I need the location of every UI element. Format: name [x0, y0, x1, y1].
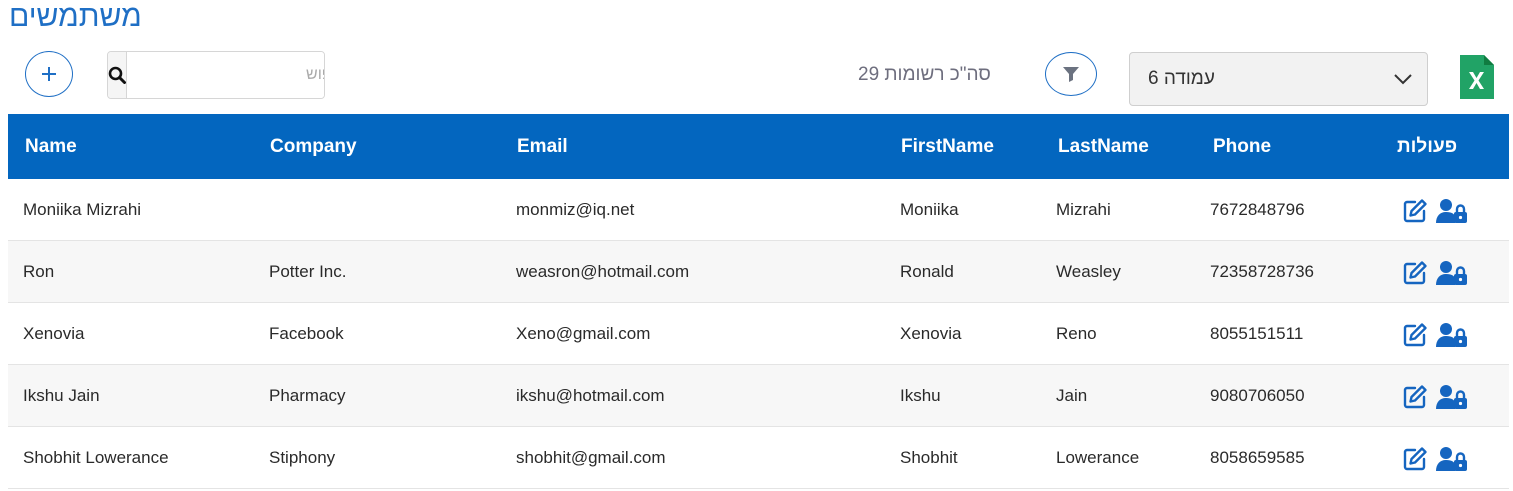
cell-email: shobhit@gmail.com [516, 448, 666, 467]
search-icon [108, 66, 126, 84]
table-row[interactable]: Ikshu Jain Pharmacy ikshu@hotmail.com Ik… [8, 365, 1509, 427]
edit-icon[interactable] [1402, 260, 1428, 286]
excel-icon[interactable] [1460, 55, 1494, 99]
cell-firstname: Shobhit [900, 448, 958, 467]
edit-icon[interactable] [1402, 322, 1428, 348]
total-records: סה"כ רשומות 29 [858, 64, 991, 85]
column-header-firstname[interactable]: FirstName [901, 136, 994, 158]
edit-icon[interactable] [1402, 446, 1428, 472]
column-header-email[interactable]: Email [517, 136, 568, 158]
filter-button[interactable] [1045, 52, 1097, 96]
user-lock-icon[interactable] [1436, 384, 1468, 410]
cell-company: Stiphony [269, 448, 336, 467]
column-header-phone[interactable]: Phone [1213, 136, 1271, 158]
user-lock-icon[interactable] [1436, 198, 1468, 224]
cell-lastname: Reno [1056, 324, 1097, 343]
column-header-actions: פעולות [1397, 135, 1458, 157]
plus-icon [42, 67, 56, 81]
cell-lastname: Lowerance [1056, 448, 1140, 467]
row-actions [1402, 322, 1468, 348]
search-button[interactable] [108, 52, 127, 98]
cell-name: Ron [23, 262, 55, 281]
column-header-name[interactable]: Name [25, 136, 77, 158]
cell-lastname: Mizrahi [1056, 200, 1111, 219]
table-row[interactable]: Shobhit Lowerance Stiphony shobhit@gmail… [8, 427, 1509, 489]
search-input[interactable] [127, 52, 324, 98]
user-lock-icon[interactable] [1436, 260, 1468, 286]
cell-lastname: Weasley [1056, 262, 1121, 281]
cell-name: Shobhit Lowerance [23, 448, 169, 467]
cell-phone: 8055151511 [1210, 324, 1304, 343]
cell-phone: 72358728736 [1210, 262, 1315, 281]
page-size-select[interactable]: עמודה 6 [1129, 52, 1428, 106]
cell-company: Facebook [269, 324, 344, 343]
cell-firstname: Ikshu [900, 386, 941, 405]
add-user-button[interactable] [25, 51, 73, 97]
row-actions [1402, 384, 1468, 410]
row-actions [1402, 446, 1468, 472]
cell-firstname: Ronald [900, 262, 954, 281]
table-row[interactable]: Moniika Mizrahi monmiz@iq.net Moniika Mi… [8, 179, 1509, 241]
row-actions [1402, 260, 1468, 286]
cell-phone: 8058659585 [1210, 448, 1305, 467]
page-size-value: עמודה 6 [1148, 68, 1215, 89]
table-header: Name Company Email FirstName LastName Ph… [8, 114, 1509, 179]
cell-name: Ikshu Jain [23, 386, 100, 405]
users-table: Name Company Email FirstName LastName Ph… [8, 114, 1509, 489]
cell-firstname: Xenovia [900, 324, 962, 343]
cell-company: Potter Inc. [269, 262, 347, 281]
edit-icon[interactable] [1402, 384, 1428, 410]
table-row[interactable]: Xenovia Facebook Xeno@gmail.com Xenovia … [8, 303, 1509, 365]
user-lock-icon[interactable] [1436, 446, 1468, 472]
edit-icon[interactable] [1402, 198, 1428, 224]
cell-firstname: Moniika [900, 200, 959, 219]
cell-name: Xenovia [23, 324, 85, 343]
row-actions [1402, 198, 1468, 224]
page-title: משתמשים [9, 0, 142, 33]
cell-phone: 7672848796 [1210, 200, 1305, 219]
cell-lastname: Jain [1056, 386, 1088, 405]
cell-name: Moniika Mizrahi [23, 200, 142, 219]
column-header-company[interactable]: Company [270, 136, 357, 158]
chevron-down-icon [1394, 74, 1412, 85]
funnel-icon [1063, 67, 1079, 82]
cell-email: Xeno@gmail.com [516, 324, 651, 343]
cell-phone: 9080706050 [1210, 386, 1305, 405]
table-row[interactable]: Ron Potter Inc. weasron@hotmail.com Rona… [8, 241, 1509, 303]
cell-email: monmiz@iq.net [516, 200, 635, 219]
search-box [107, 51, 325, 99]
user-lock-icon[interactable] [1436, 322, 1468, 348]
cell-email: weasron@hotmail.com [516, 262, 690, 281]
column-header-lastname[interactable]: LastName [1058, 136, 1149, 158]
cell-email: ikshu@hotmail.com [516, 386, 665, 405]
cell-company: Pharmacy [269, 386, 346, 405]
